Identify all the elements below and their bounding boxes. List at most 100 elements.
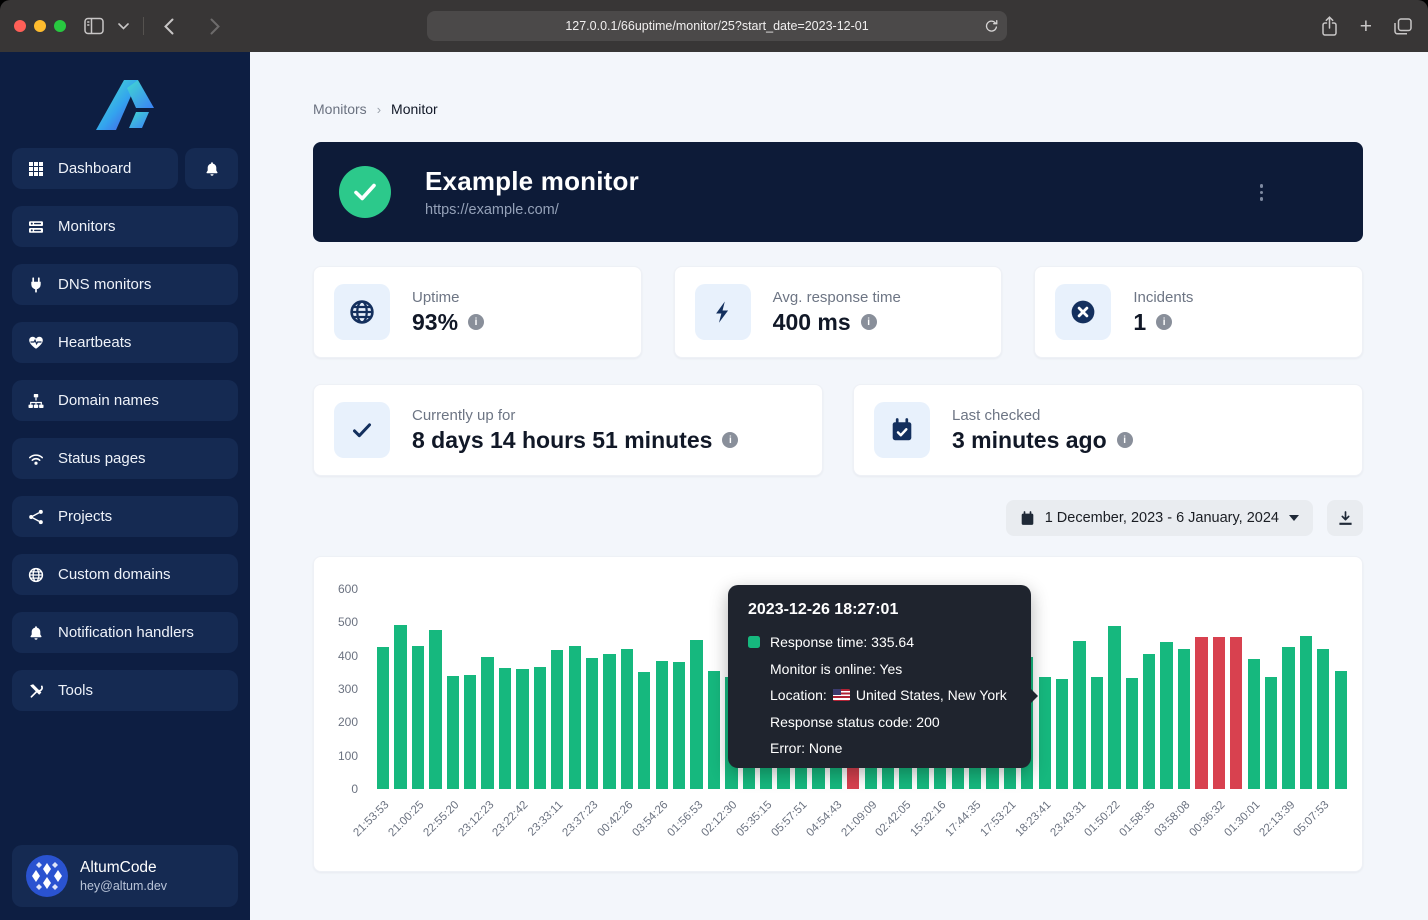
minimize-window-button[interactable]	[34, 20, 46, 32]
forward-icon[interactable]	[210, 18, 220, 35]
user-avatar	[26, 855, 68, 897]
sidebar-notifications-button[interactable]	[185, 148, 238, 189]
sidebar-item-notification-handlers[interactable]: Notification handlers	[12, 612, 238, 653]
chart-bar[interactable]	[429, 630, 441, 789]
chevron-down-icon[interactable]	[118, 23, 129, 30]
response-time-card: Avg. response time 400 ms i	[674, 266, 1003, 358]
chart-bar[interactable]	[1317, 649, 1329, 789]
sidebar-item-heartbeats[interactable]: Heartbeats	[12, 322, 238, 363]
chart-bar[interactable]	[1126, 678, 1138, 789]
tab-overview-icon[interactable]	[1394, 18, 1412, 35]
monitor-header-card: Example monitor https://example.com/	[313, 142, 1363, 242]
sidebar-item-tools[interactable]: Tools	[12, 670, 238, 711]
chart-bar[interactable]	[621, 649, 633, 789]
address-bar[interactable]: 127.0.0.1/66uptime/monitor/25?start_date…	[427, 11, 1007, 41]
domains-sitemap-icon	[28, 393, 44, 409]
sidebar-item-label: Heartbeats	[58, 334, 131, 351]
reload-icon[interactable]	[984, 19, 999, 34]
dashboard-grid-icon	[28, 161, 44, 177]
incidents-info-icon[interactable]: i	[1156, 314, 1172, 330]
breadcrumb-chevron-icon: ›	[377, 102, 381, 117]
y-tick-label: 100	[314, 749, 358, 763]
uptime-info-icon[interactable]: i	[468, 314, 484, 330]
new-tab-icon[interactable]: +	[1360, 16, 1372, 37]
chart-bar[interactable]	[673, 662, 685, 789]
chart-bar[interactable]	[499, 668, 511, 789]
share-icon[interactable]	[1321, 16, 1338, 36]
chart-bar[interactable]	[394, 625, 406, 789]
monitor-menu-kebab-icon[interactable]	[1256, 180, 1268, 205]
download-chart-button[interactable]	[1327, 500, 1363, 536]
chart-bar[interactable]	[1108, 626, 1120, 789]
chart-bar[interactable]	[603, 654, 615, 789]
chart-bar[interactable]	[1335, 671, 1347, 789]
sidebar-item-dashboard[interactable]: Dashboard	[12, 148, 178, 189]
sidebar-item-status-pages[interactable]: Status pages	[12, 438, 238, 479]
chart-bar[interactable]	[708, 671, 720, 789]
breadcrumb-current: Monitor	[391, 101, 438, 117]
sidebar-item-domain-names[interactable]: Domain names	[12, 380, 238, 421]
altumcode-logo[interactable]	[0, 64, 250, 130]
chart-bar[interactable]	[516, 669, 528, 789]
sidebar-toggle-icon[interactable]	[84, 17, 104, 35]
chart-bar[interactable]	[1300, 636, 1312, 789]
uptime-duration-label: Currently up for	[412, 407, 738, 424]
chart-bar[interactable]	[1265, 677, 1277, 789]
sidebar-item-custom-domains[interactable]: Custom domains	[12, 554, 238, 595]
tooltip-location: United States, New York	[856, 687, 1007, 703]
chart-bar[interactable]	[638, 672, 650, 789]
sidebar-item-label: Notification handlers	[58, 624, 194, 641]
incidents-label: Incidents	[1133, 289, 1193, 306]
chart-bar[interactable]	[1230, 637, 1242, 789]
chart-bar[interactable]	[551, 650, 563, 789]
chart-bar[interactable]	[481, 657, 493, 789]
y-tick-label: 0	[314, 782, 358, 796]
chart-bar[interactable]	[569, 646, 581, 789]
chart-bar[interactable]	[447, 676, 459, 789]
sidebar-item-label: Tools	[58, 682, 93, 699]
date-range-label: 1 December, 2023 - 6 January, 2024	[1045, 510, 1279, 526]
monitor-name: Example monitor	[425, 166, 639, 197]
chart-bar[interactable]	[534, 667, 546, 789]
date-range-button[interactable]: 1 December, 2023 - 6 January, 2024	[1006, 500, 1313, 536]
notification-handlers-bell-icon	[28, 625, 44, 641]
sidebar-item-monitors[interactable]: Monitors	[12, 206, 238, 247]
chart-bar[interactable]	[1160, 642, 1172, 789]
caret-down-icon	[1289, 515, 1299, 521]
breadcrumb-monitors-link[interactable]: Monitors	[313, 101, 367, 117]
chart-bar[interactable]	[690, 640, 702, 789]
chart-bar[interactable]	[464, 675, 476, 789]
chart-bar[interactable]	[586, 658, 598, 789]
sidebar-item-dns-monitors[interactable]: DNS monitors	[12, 264, 238, 305]
chart-bar[interactable]	[1213, 637, 1225, 789]
traffic-lights	[14, 20, 66, 32]
chart-bar[interactable]	[412, 646, 424, 789]
chart-bar[interactable]	[1039, 677, 1051, 789]
chart-bar[interactable]	[1195, 637, 1207, 789]
chart-bar[interactable]	[656, 661, 668, 789]
response-time-info-icon[interactable]: i	[861, 314, 877, 330]
chart-bar[interactable]	[1143, 654, 1155, 789]
chart-bar[interactable]	[1073, 641, 1085, 789]
chart-bar[interactable]	[1282, 647, 1294, 789]
sidebar-item-projects[interactable]: Projects	[12, 496, 238, 537]
response-time-bolt-icon	[695, 284, 751, 340]
chart-bar[interactable]	[377, 647, 389, 789]
close-window-button[interactable]	[14, 20, 26, 32]
main-content: Monitors › Monitor Example monitor https…	[250, 52, 1428, 920]
uptime-duration-info-icon[interactable]: i	[722, 432, 738, 448]
sidebar-user-card[interactable]: AltumCode hey@altum.dev	[12, 845, 238, 907]
chart-bar[interactable]	[1056, 679, 1068, 789]
projects-nodes-icon	[28, 509, 44, 525]
incidents-value: 1	[1133, 309, 1146, 336]
sidebar-item-label: Dashboard	[58, 160, 131, 177]
user-email: hey@altum.dev	[80, 879, 167, 893]
heartbeats-heart-icon	[28, 335, 44, 351]
last-checked-info-icon[interactable]: i	[1117, 432, 1133, 448]
chart-bar[interactable]	[1091, 677, 1103, 789]
back-icon[interactable]	[164, 18, 174, 35]
chart-bar[interactable]	[1178, 649, 1190, 789]
address-url: 127.0.0.1/66uptime/monitor/25?start_date…	[565, 19, 868, 33]
chart-bar[interactable]	[1248, 659, 1260, 789]
zoom-window-button[interactable]	[54, 20, 66, 32]
